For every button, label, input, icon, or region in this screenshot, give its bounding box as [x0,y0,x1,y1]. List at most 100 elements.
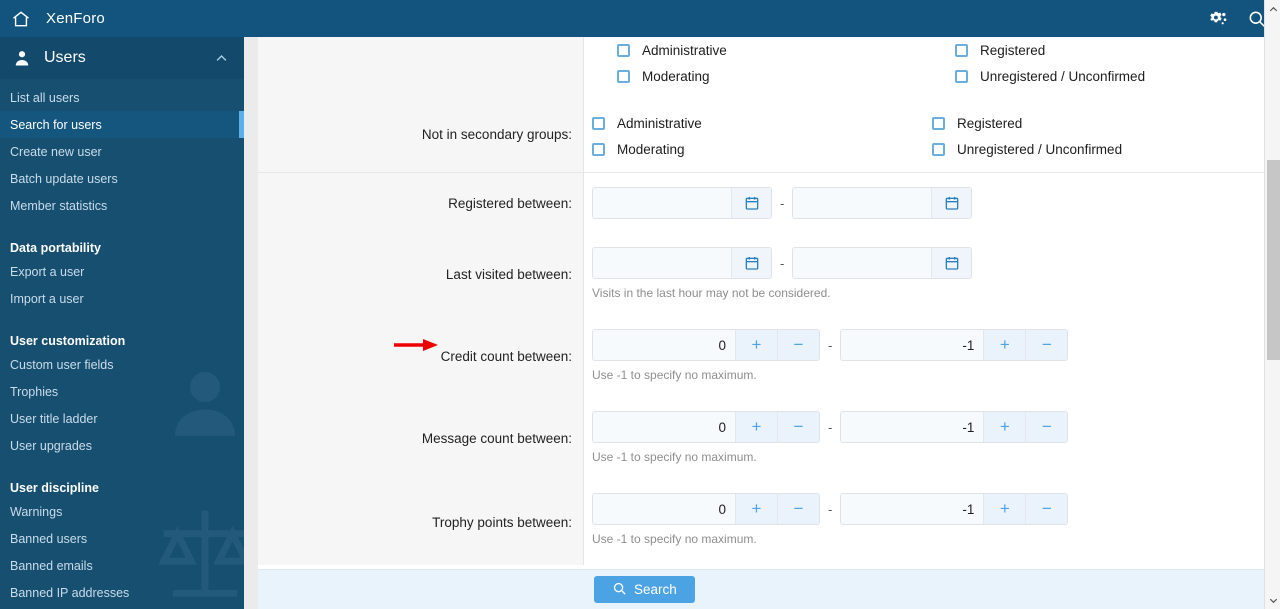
increment-button[interactable]: + [983,494,1026,524]
decrement-button[interactable]: − [1025,330,1068,360]
decrement-button[interactable]: − [1025,494,1068,524]
sidebar-item-member-statistics[interactable]: Member statistics [0,192,244,219]
range-separator: - [828,419,833,435]
checkbox-item[interactable]: Administrative [592,110,932,136]
chevron-down-icon[interactable] [1265,591,1280,609]
date-to-field[interactable] [793,248,932,278]
checkbox-unregistered-unconfirmed[interactable] [955,69,968,83]
date-to-field[interactable] [793,188,932,218]
date-input-from[interactable] [592,187,772,219]
checkbox-item[interactable]: Registered [932,110,1264,136]
vertical-scrollbar[interactable] [1264,0,1280,609]
number-input-to[interactable]: -1 + − [840,411,1069,443]
decrement-button[interactable]: − [777,330,819,360]
sidebar-item-list-all-users[interactable]: List all users [0,84,244,111]
checkbox-item[interactable]: Unregistered / Unconfirmed [955,63,1264,89]
checkbox-administrative[interactable] [617,43,630,57]
checkbox-moderating[interactable] [617,69,630,83]
checkbox-item[interactable]: Moderating [617,63,932,89]
calendar-icon[interactable] [731,188,771,218]
sidebar-item-banned-users[interactable]: Banned users [0,525,244,552]
credit-count-max-field[interactable]: -1 [841,330,984,360]
sidebar-group-data-portability: Data portability Export a user Import a … [0,232,244,312]
checkbox-unregistered-unconfirmed[interactable] [932,142,945,156]
trophy-points-min-field[interactable]: 0 [593,494,735,524]
checkbox-moderating[interactable] [592,142,605,156]
brand-title: XenForo [46,10,105,27]
increment-button[interactable]: + [735,330,777,360]
sidebar-item-export-a-user[interactable]: Export a user [0,258,244,285]
increment-button[interactable]: + [983,412,1026,442]
sidebar-heading-data-portability: Data portability [10,241,101,255]
sidebar-heading-user-customization: User customization [10,334,126,348]
sidebar-heading-user-discipline: User discipline [10,481,99,495]
checkbox-item[interactable]: Administrative [617,37,932,63]
date-input-from[interactable] [592,247,772,279]
form-label-last-visited-between: Last visited between: [258,233,584,315]
sidebar-item-search-for-users[interactable]: Search for users [0,111,244,138]
number-input-from[interactable]: 0 + − [592,493,820,525]
number-input-to[interactable]: -1 + − [840,329,1069,361]
range-separator: - [828,337,833,353]
sidebar-item-create-new-user[interactable]: Create new user [0,138,244,165]
date-input-to[interactable] [792,247,973,279]
sidebar-group-user-customization: User customization Custom user fields Tr… [0,325,244,459]
checkbox-registered[interactable] [955,43,968,57]
checkbox-label: Moderating [642,68,710,84]
increment-button[interactable]: + [735,494,777,524]
form-hint-trophy-points: Use -1 to specify no maximum. [592,532,757,546]
checkbox-item[interactable]: Moderating [592,136,932,162]
calendar-icon[interactable] [731,248,771,278]
checkbox-administrative[interactable] [592,116,605,130]
form-label-message-count-between: Message count between: [258,397,584,479]
sidebar-item-user-title-ladder[interactable]: User title ladder [0,405,244,432]
date-input-to[interactable] [792,187,973,219]
form-hint-message-count: Use -1 to specify no maximum. [592,450,757,464]
checkbox-registered[interactable] [932,116,945,130]
sidebar-item-custom-user-fields[interactable]: Custom user fields [0,351,244,378]
checkbox-grid-not-in-secondary: Administrative Moderating Registered Unr… [592,110,1264,162]
decrement-button[interactable]: − [777,412,819,442]
increment-button[interactable]: + [735,412,777,442]
sidebar-item-warnings[interactable]: Warnings [0,498,244,525]
sidebar-section-users[interactable]: Users [0,37,244,79]
message-count-min-field[interactable]: 0 [593,412,735,442]
decrement-button[interactable]: − [1025,412,1068,442]
credit-count-min-field[interactable]: 0 [593,330,735,360]
checkbox-column-left: Administrative Moderating [592,110,932,162]
sidebar-item-trophies[interactable]: Trophies [0,378,244,405]
increment-button[interactable]: + [983,330,1026,360]
home-icon[interactable] [10,8,32,30]
top-bar: XenForo [0,0,1280,37]
number-input-from[interactable]: 0 + − [592,411,820,443]
number-range-message-count: 0 + − - -1 + − [592,411,1264,443]
date-from-field[interactable] [593,188,731,218]
number-input-to[interactable]: -1 + − [840,493,1069,525]
date-from-field[interactable] [593,248,731,278]
chevron-up-icon[interactable] [214,50,230,66]
calendar-icon[interactable] [931,188,972,218]
scrollbar-thumb[interactable] [1267,160,1280,360]
admin-page: XenForo Users List all users Search for … [0,0,1280,609]
calendar-icon[interactable] [931,248,972,278]
range-separator: - [828,501,833,517]
checkbox-item[interactable]: Registered [955,37,1264,63]
sidebar-item-banned-ip-addresses[interactable]: Banned IP addresses [0,579,244,606]
message-count-max-field[interactable]: -1 [841,412,984,442]
number-range-trophy-points: 0 + − - -1 + − [592,493,1264,525]
number-input-from[interactable]: 0 + − [592,329,820,361]
sidebar-item-banned-emails[interactable]: Banned emails [0,552,244,579]
sidebar-item-user-upgrades[interactable]: User upgrades [0,432,244,459]
search-button[interactable]: Search [594,576,695,603]
gears-icon[interactable] [1204,4,1234,34]
sidebar-item-import-a-user[interactable]: Import a user [0,285,244,312]
sidebar-group-user-discipline: User discipline Warnings Banned users Ba… [0,472,244,606]
checkbox-item[interactable]: Unregistered / Unconfirmed [932,136,1264,162]
sidebar-scroll-gutter[interactable] [244,37,258,609]
decrement-button[interactable]: − [777,494,819,524]
form-row-not-in-secondary-groups: Not in secondary groups: Administrative … [258,97,1264,172]
form-footer: Search [258,569,1264,609]
chevron-up-icon[interactable] [1265,0,1280,18]
trophy-points-max-field[interactable]: -1 [841,494,984,524]
sidebar-item-batch-update-users[interactable]: Batch update users [0,165,244,192]
